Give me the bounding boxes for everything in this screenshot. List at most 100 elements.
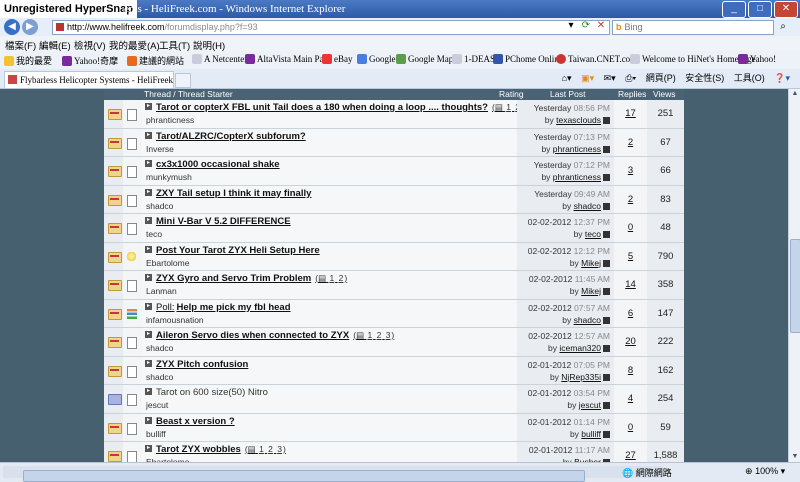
thread-title-link[interactable]: Tarot on 600 size(50) Nitro xyxy=(156,387,268,398)
scroll-thumb[interactable] xyxy=(790,239,800,333)
fav-google[interactable]: Google xyxy=(357,54,396,64)
last-poster-link[interactable]: shadco xyxy=(574,315,601,325)
go-to-last-post-icon[interactable] xyxy=(603,288,610,295)
thread-title-link[interactable]: ZYX Pitch confusion xyxy=(156,359,248,370)
header-thread[interactable]: Thread / Thread Starter xyxy=(144,89,233,100)
fav-taiwan-cnet[interactable]: Taiwan.CNET.com xyxy=(556,54,637,64)
page-link[interactable]: 2 xyxy=(339,273,344,283)
print-icon[interactable]: ⎙▾ xyxy=(625,73,636,83)
go-to-last-post-icon[interactable] xyxy=(603,145,610,153)
dropdown-icon[interactable]: ▾ xyxy=(565,20,577,32)
stop-icon[interactable]: ✕ xyxy=(595,20,607,32)
first-unread-icon[interactable]: ▸ xyxy=(145,245,152,253)
first-unread-icon[interactable]: ▸ xyxy=(145,331,152,338)
go-to-last-post-icon[interactable] xyxy=(603,259,610,267)
replies-count-link[interactable]: 2 xyxy=(614,194,647,205)
first-unread-icon[interactable]: ▸ xyxy=(145,160,152,167)
replies-count-link[interactable]: 4 xyxy=(614,393,647,404)
replies-count-link[interactable]: 0 xyxy=(614,222,647,233)
last-poster-link[interactable]: iceman320 xyxy=(559,343,601,353)
fav-hinet[interactable]: Welcome to HiNet's Homepage xyxy=(630,54,756,64)
go-to-last-post-icon[interactable] xyxy=(603,430,610,438)
go-to-last-post-icon[interactable] xyxy=(603,202,610,210)
page-link[interactable]: 1 xyxy=(259,444,264,454)
replies-count-link[interactable]: 2 xyxy=(614,137,647,148)
replies-count-link[interactable]: 8 xyxy=(614,365,647,376)
vertical-scrollbar[interactable]: ▲ ▼ xyxy=(788,89,800,462)
first-unread-icon[interactable]: ▸ xyxy=(145,388,152,395)
go-to-last-post-icon[interactable] xyxy=(603,316,610,324)
last-poster-link[interactable]: phranticness xyxy=(553,144,601,154)
page-link[interactable]: 2 xyxy=(268,444,273,454)
menu-file[interactable]: 檔案(F) xyxy=(5,38,36,52)
fav-pchome[interactable]: PChome Online xyxy=(493,54,563,64)
horizontal-scrollbar[interactable] xyxy=(3,466,663,482)
first-unread-icon[interactable]: ▸ xyxy=(145,359,152,367)
first-unread-icon[interactable]: ▸ xyxy=(145,445,152,452)
fav-yahoo[interactable]: Yahoo! xyxy=(738,54,776,64)
close-window-button[interactable]: ✕ xyxy=(774,1,798,18)
scroll-up-icon[interactable]: ▲ xyxy=(789,89,800,99)
thread-title-link[interactable]: Aileron Servo dies when connected to ZYX xyxy=(156,330,349,341)
page-link[interactable]: 1 xyxy=(329,273,334,283)
last-poster-link[interactable]: Mikej xyxy=(581,258,601,268)
first-unread-icon[interactable]: ▸ xyxy=(145,416,152,424)
page-link[interactable]: 1 xyxy=(506,102,511,112)
fav-ebay[interactable]: eBay xyxy=(322,54,353,64)
safety-menu[interactable]: 安全性(S) xyxy=(685,73,724,83)
page-link[interactable]: 3 xyxy=(386,330,391,340)
thread-title-link[interactable]: Mini V-Bar V 5.2 DIFFERENCE xyxy=(156,216,291,227)
feeds-icon[interactable]: ▣▾ xyxy=(581,73,594,83)
last-poster-link[interactable]: shadco xyxy=(574,201,601,211)
refresh-icon[interactable]: ⟳ xyxy=(580,20,592,32)
header-views[interactable]: Views xyxy=(653,89,676,100)
search-input[interactable]: b Bing xyxy=(612,20,774,35)
last-poster-link[interactable]: NjRep335i xyxy=(561,372,601,382)
go-to-last-post-icon[interactable] xyxy=(603,345,610,352)
first-unread-icon[interactable]: ▸ xyxy=(145,103,152,110)
last-poster-link[interactable]: bulliff xyxy=(581,429,601,439)
back-button[interactable]: ◀ xyxy=(4,19,20,35)
last-poster-link[interactable]: phranticness xyxy=(553,172,601,182)
thread-title-link[interactable]: Post Your Tarot ZYX Heli Setup Here xyxy=(156,245,320,256)
first-unread-icon[interactable]: ▸ xyxy=(145,274,152,281)
page-menu[interactable]: 網頁(P) xyxy=(646,73,676,83)
first-unread-icon[interactable]: ▸ xyxy=(145,302,152,310)
help-icon[interactable]: ❓▾ xyxy=(774,73,790,83)
last-poster-link[interactable]: texasclouds xyxy=(556,115,601,125)
thread-title-link[interactable]: Beast x version ? xyxy=(156,416,235,427)
replies-count-link[interactable]: 3 xyxy=(614,165,647,176)
header-replies[interactable]: Replies xyxy=(618,89,646,100)
thread-title-link[interactable]: ZXY Tail setup I think it may finally xyxy=(156,188,311,199)
go-to-last-post-icon[interactable] xyxy=(603,402,610,409)
maximize-button[interactable]: □ xyxy=(748,1,772,18)
replies-count-link[interactable]: 6 xyxy=(614,308,647,319)
fav-netcenter[interactable]: A Netcenter xyxy=(192,54,247,64)
replies-count-link[interactable]: 17 xyxy=(614,108,647,119)
go-to-last-post-icon[interactable] xyxy=(603,231,610,238)
last-poster-link[interactable]: jescut xyxy=(579,400,601,410)
address-input[interactable]: http://www.helifreek.com/forumdisplay.ph… xyxy=(52,20,610,35)
search-icon[interactable]: ⌕ xyxy=(776,20,790,34)
last-poster-link[interactable]: Mikej xyxy=(581,286,601,296)
forward-button[interactable]: ▶ xyxy=(22,19,38,35)
zoom-level[interactable]: ⊕ 100% ▾ xyxy=(745,466,785,477)
first-unread-icon[interactable]: ▸ xyxy=(145,188,152,196)
new-tab-button[interactable] xyxy=(175,73,191,88)
menu-help[interactable]: 說明(H) xyxy=(193,38,225,52)
favorites-button[interactable]: 我的最愛 xyxy=(4,54,52,67)
header-last-post[interactable]: Last Post xyxy=(550,89,585,100)
go-to-last-post-icon[interactable] xyxy=(603,174,610,181)
page-link[interactable]: 1 xyxy=(367,330,372,340)
menu-tools[interactable]: 工具(T) xyxy=(159,38,190,52)
first-unread-icon[interactable]: ▸ xyxy=(145,217,152,224)
horizontal-scroll-thumb[interactable] xyxy=(23,470,585,482)
replies-count-link[interactable]: 20 xyxy=(614,336,647,347)
fav-suggested-sites[interactable]: 建議的網站 xyxy=(127,54,184,67)
page-link[interactable]: 3 xyxy=(277,444,282,454)
replies-count-link[interactable]: 5 xyxy=(614,251,647,262)
go-to-last-post-icon[interactable] xyxy=(603,117,610,124)
page-link[interactable]: 2 xyxy=(377,330,382,340)
last-poster-link[interactable]: teco xyxy=(585,229,601,239)
thread-title-link[interactable]: ZYX Gyro and Servo Trim Problem xyxy=(156,273,311,284)
